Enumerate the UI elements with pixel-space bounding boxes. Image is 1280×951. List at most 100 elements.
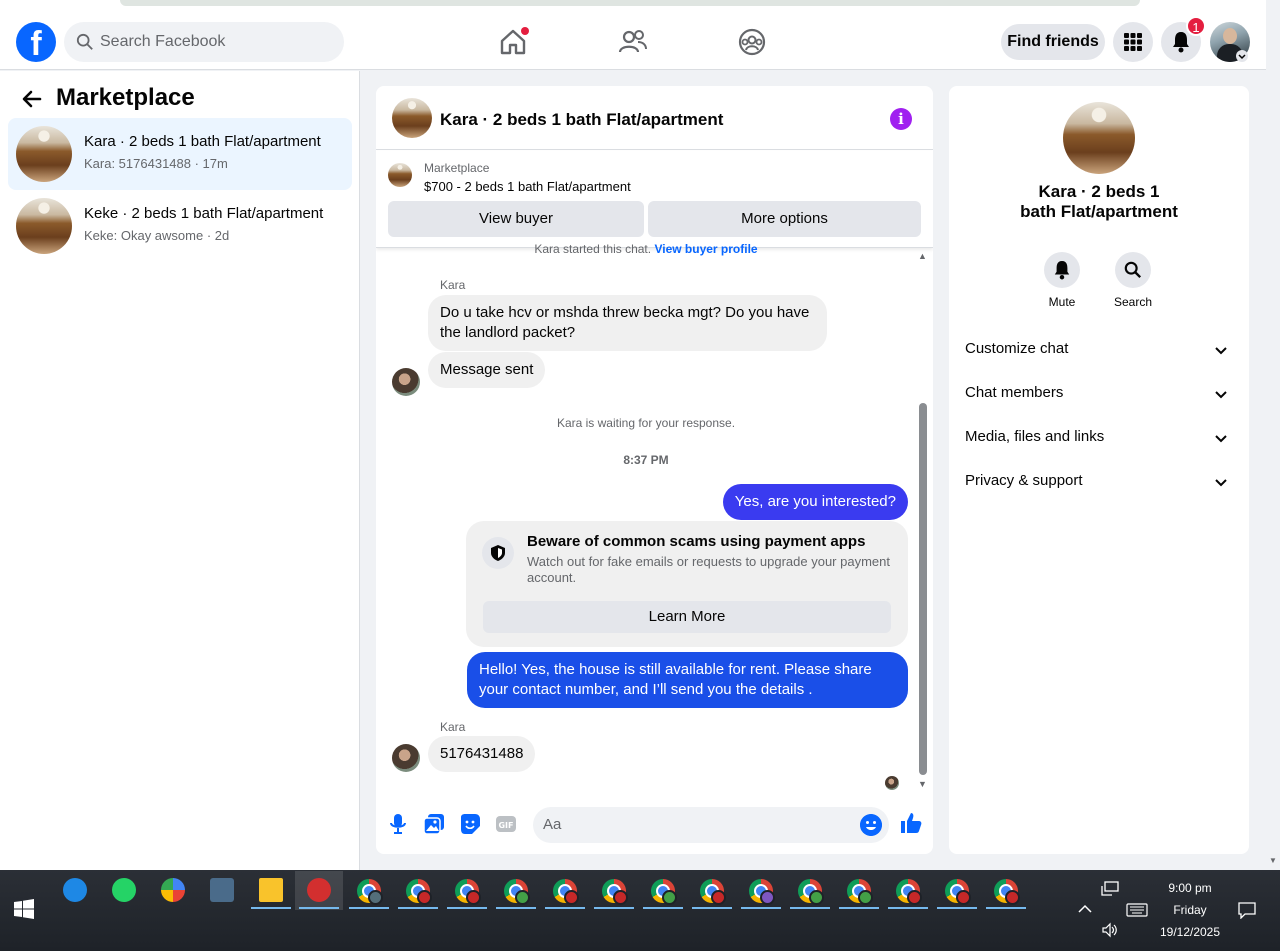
menu-button[interactable] bbox=[1113, 22, 1153, 62]
waiting-notice: Kara is waiting for your response. bbox=[556, 416, 736, 430]
sender-avatar[interactable] bbox=[392, 744, 420, 772]
chrome-icon[interactable] bbox=[357, 879, 383, 905]
app-icon-red[interactable] bbox=[307, 878, 331, 902]
marketplace-label: Marketplace bbox=[424, 161, 490, 175]
clock-day[interactable]: Friday bbox=[1150, 903, 1230, 917]
thumbs-up-icon[interactable] bbox=[899, 811, 923, 835]
chrome-icon[interactable] bbox=[896, 879, 922, 905]
section-label: Privacy & support bbox=[965, 472, 1083, 489]
search-action[interactable]: Search bbox=[1103, 252, 1163, 309]
app-icon-dropbox[interactable] bbox=[63, 878, 87, 902]
conversation-item-keke[interactable]: Keke · 2 beds 1 bath Flat/apartment Keke… bbox=[8, 190, 352, 262]
mute-action[interactable]: Mute bbox=[1032, 252, 1092, 309]
marketplace-listing-card: Marketplace $700 - 2 beds 1 bath Flat/ap… bbox=[376, 151, 933, 248]
message-input-box[interactable] bbox=[533, 807, 889, 843]
chat-members-section[interactable]: Chat members bbox=[965, 384, 1233, 408]
chrome-icon[interactable] bbox=[651, 879, 677, 905]
chrome-icon[interactable] bbox=[553, 879, 579, 905]
grid-menu-icon bbox=[1124, 33, 1142, 51]
taskbar-underline bbox=[643, 907, 683, 909]
chrome-icon[interactable] bbox=[994, 879, 1020, 905]
chevron-down-icon bbox=[1215, 435, 1227, 443]
calculator-icon[interactable] bbox=[210, 878, 234, 902]
groups-icon[interactable] bbox=[736, 26, 768, 58]
conversation-preview: Kara: 5176431488 · 17m bbox=[84, 156, 228, 171]
sender-avatar[interactable] bbox=[392, 368, 420, 396]
page-scrollbar[interactable]: ▼ bbox=[1266, 14, 1280, 870]
scroll-down-arrow[interactable]: ▼ bbox=[918, 779, 927, 789]
chrome-icon[interactable] bbox=[847, 879, 873, 905]
listing-thumbnail bbox=[16, 126, 72, 182]
windows-start-icon[interactable] bbox=[14, 899, 34, 919]
message-input[interactable] bbox=[543, 816, 843, 833]
conversation-item-kara[interactable]: Kara · 2 beds 1 bath Flat/apartment Kara… bbox=[8, 118, 352, 190]
listing-title[interactable]: $700 - 2 beds 1 bath Flat/apartment bbox=[424, 179, 631, 194]
find-friends-button[interactable]: Find friends bbox=[1001, 24, 1105, 60]
section-label: Chat members bbox=[965, 384, 1064, 401]
chrome-icon[interactable] bbox=[700, 879, 726, 905]
customize-chat-section[interactable]: Customize chat bbox=[965, 340, 1233, 364]
clock-time[interactable]: 9:00 pm bbox=[1150, 881, 1230, 895]
outgoing-message[interactable]: Hello! Yes, the house is still available… bbox=[467, 652, 908, 708]
taskbar-underline bbox=[447, 907, 487, 909]
learn-more-button[interactable]: Learn More bbox=[483, 601, 891, 633]
chevron-down-icon[interactable] bbox=[1236, 50, 1248, 62]
chrome-icon[interactable] bbox=[504, 879, 530, 905]
view-buyer-button[interactable]: View buyer bbox=[388, 201, 644, 237]
media-files-links-section[interactable]: Media, files and links bbox=[965, 428, 1233, 452]
notification-count-badge: 1 bbox=[1186, 16, 1206, 36]
listing-thumbnail[interactable] bbox=[392, 98, 432, 138]
timestamp: 8:37 PM bbox=[623, 453, 669, 467]
incoming-message[interactable]: Do u take hcv or mshda threw becka mgt? … bbox=[428, 295, 827, 351]
scroll-up-arrow[interactable]: ▲ bbox=[918, 251, 927, 261]
sticker-icon[interactable] bbox=[458, 812, 482, 836]
chevron-down-icon bbox=[1215, 347, 1227, 355]
whatsapp-icon[interactable] bbox=[112, 878, 136, 902]
emoji-icon[interactable] bbox=[860, 814, 882, 836]
chrome-icon[interactable] bbox=[406, 879, 432, 905]
taskbar-underline bbox=[888, 907, 928, 909]
search-icon bbox=[76, 33, 93, 50]
chrome-icon[interactable] bbox=[798, 879, 824, 905]
chat-header: Kara · 2 beds 1 bath Flat/apartment i bbox=[376, 86, 933, 150]
taskbar-underline bbox=[839, 907, 879, 909]
notification-center-icon[interactable] bbox=[1238, 901, 1256, 919]
more-options-button[interactable]: More options bbox=[648, 201, 921, 237]
privacy-support-section[interactable]: Privacy & support bbox=[965, 472, 1233, 496]
search-box[interactable]: Search Facebook bbox=[64, 22, 344, 62]
chevron-up-icon[interactable] bbox=[1078, 904, 1092, 914]
chrome-icon[interactable] bbox=[602, 879, 628, 905]
network-icon[interactable] bbox=[1101, 881, 1119, 897]
volume-icon[interactable] bbox=[1101, 922, 1119, 938]
facebook-logo-icon[interactable]: f bbox=[16, 22, 56, 63]
shield-container bbox=[482, 537, 514, 569]
photo-icon[interactable] bbox=[422, 812, 446, 836]
incoming-message[interactable]: Message sent bbox=[428, 352, 546, 388]
info-icon[interactable]: i bbox=[890, 108, 912, 130]
chevron-down-icon bbox=[1215, 391, 1227, 399]
taskbar-underline bbox=[251, 907, 291, 909]
chrome-icon[interactable] bbox=[749, 879, 775, 905]
clock-date[interactable]: 19/12/2025 bbox=[1150, 925, 1230, 939]
back-arrow-icon[interactable] bbox=[20, 87, 44, 111]
details-title: Kara · 2 beds 1 bath Flat/apartment bbox=[1020, 182, 1178, 221]
friends-icon[interactable] bbox=[617, 26, 649, 58]
keyboard-icon[interactable] bbox=[1126, 903, 1148, 917]
incoming-message[interactable]: 5176431488 bbox=[428, 736, 536, 772]
outgoing-message[interactable]: Yes, are you interested? bbox=[722, 484, 908, 520]
seen-avatar bbox=[885, 776, 899, 790]
google-app-icon[interactable] bbox=[161, 878, 185, 902]
chrome-icon[interactable] bbox=[455, 879, 481, 905]
gif-icon[interactable]: GIF bbox=[494, 812, 518, 836]
view-buyer-profile-link[interactable]: View buyer profile bbox=[654, 242, 757, 256]
scam-warning-card: Beware of common scams using payment app… bbox=[466, 521, 908, 647]
page-title: Marketplace bbox=[56, 84, 195, 111]
chat-scrollbar[interactable] bbox=[919, 403, 927, 775]
chrome-icon[interactable] bbox=[945, 879, 971, 905]
microphone-icon[interactable] bbox=[386, 812, 410, 836]
chat-title[interactable]: Kara · 2 beds 1 bath Flat/apartment bbox=[440, 110, 723, 130]
chevron-down-icon bbox=[1215, 479, 1227, 487]
file-explorer-icon[interactable] bbox=[259, 878, 283, 902]
conversation-name: Kara · 2 beds 1 bath Flat/apartment bbox=[84, 133, 321, 150]
home-icon[interactable] bbox=[497, 26, 529, 58]
